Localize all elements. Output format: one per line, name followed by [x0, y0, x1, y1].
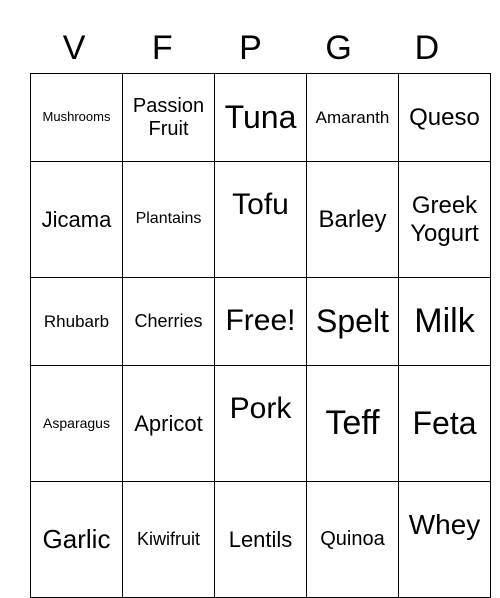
bingo-cell[interactable]: Mushrooms [30, 73, 123, 162]
header-letter: V [62, 29, 86, 67]
bingo-cell[interactable]: Pork [214, 365, 307, 482]
bingo-cell[interactable]: Free! [214, 277, 307, 366]
bingo-cell[interactable]: Jicama [30, 161, 123, 278]
bingo-cell[interactable]: Queso [398, 73, 491, 162]
bingo-cell[interactable]: Milk [398, 277, 491, 366]
header-letter: P [239, 29, 262, 67]
bingo-cell[interactable]: Tuna [214, 73, 307, 162]
bingo-row: Garlic Kiwifruit Lentils Quinoa Whey [30, 481, 491, 598]
bingo-cell[interactable]: Tofu [214, 161, 307, 278]
bingo-grid: Mushrooms Passion Fruit Tuna Amaranth Queso J… [30, 73, 491, 598]
bingo-row: Jicama Plantains Tofu Barley Greek Yogurt [30, 161, 491, 278]
bingo-cell[interactable]: Quinoa [306, 481, 399, 598]
bingo-cell[interactable]: Rhubarb [30, 277, 123, 366]
bingo-cell[interactable]: Plantains [122, 161, 215, 278]
bingo-row: Asparagus Apricot Pork Teff Feta [30, 365, 491, 482]
bingo-cell[interactable]: Barley [306, 161, 399, 278]
bingo-cell[interactable]: Spelt [306, 277, 399, 366]
bingo-cell[interactable]: Apricot [122, 365, 215, 482]
bingo-cell[interactable]: Lentils [214, 481, 307, 598]
bingo-cell[interactable]: Cherries [122, 277, 215, 366]
bingo-header: V F P G D [30, 26, 471, 70]
bingo-cell[interactable]: Feta [398, 365, 491, 482]
bingo-cell[interactable]: Garlic [30, 481, 123, 598]
header-letter: F [151, 29, 173, 67]
bingo-cell[interactable]: Asparagus [30, 365, 123, 482]
bingo-cell[interactable]: Passion Fruit [122, 73, 215, 162]
header-letter: G [325, 29, 352, 67]
bingo-cell[interactable]: Whey [398, 481, 491, 598]
bingo-cell[interactable]: Kiwifruit [122, 481, 215, 598]
bingo-cell[interactable]: Greek Yogurt [398, 161, 491, 278]
bingo-cell[interactable]: Amaranth [306, 73, 399, 162]
bingo-cell[interactable]: Teff [306, 365, 399, 482]
header-letter: D [414, 29, 440, 67]
bingo-row: Rhubarb Cherries Free! Spelt Milk [30, 277, 491, 366]
bingo-row: Mushrooms Passion Fruit Tuna Amaranth Queso [30, 73, 491, 162]
